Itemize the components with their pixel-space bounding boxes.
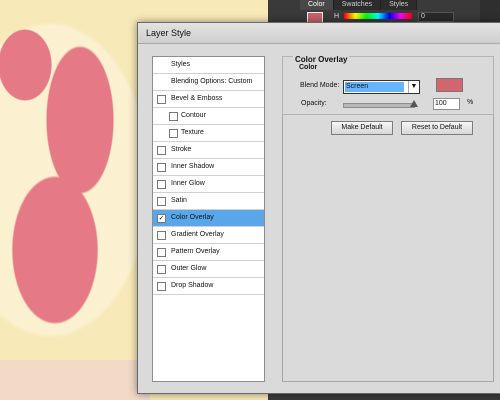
style-label: Gradient Overlay xyxy=(171,231,224,238)
style-label: Texture xyxy=(181,129,204,136)
checkbox[interactable] xyxy=(157,163,166,172)
blending-options-label: Blending Options: Custom xyxy=(171,78,253,85)
checkbox[interactable] xyxy=(157,265,166,274)
style-item-color-overlay[interactable]: ✓ Color Overlay xyxy=(153,210,264,227)
style-item-bevel-emboss[interactable]: Bevel & Emboss xyxy=(153,91,264,108)
tab-styles[interactable]: Styles xyxy=(381,0,418,10)
style-label: Pattern Overlay xyxy=(171,248,220,255)
checkbox[interactable] xyxy=(157,197,166,206)
style-item-gradient-overlay[interactable]: Gradient Overlay xyxy=(153,227,264,244)
section-title: Color Overlay xyxy=(293,55,350,64)
opacity-slider-thumb[interactable] xyxy=(410,100,418,107)
blending-options-item[interactable]: Blending Options: Custom xyxy=(153,74,264,91)
checkbox-checked[interactable]: ✓ xyxy=(157,214,166,223)
checkbox[interactable] xyxy=(157,180,166,189)
styles-list: Styles Blending Options: Custom Bevel & … xyxy=(152,56,265,382)
style-label: Satin xyxy=(171,197,187,204)
layer-style-dialog: Layer Style Styles Blending Options: Cus… xyxy=(137,22,500,394)
hue-label: H xyxy=(334,13,340,20)
style-label: Bevel & Emboss xyxy=(171,95,223,102)
opacity-unit: % xyxy=(467,99,474,106)
style-item-inner-glow[interactable]: Inner Glow xyxy=(153,176,264,193)
styles-header[interactable]: Styles xyxy=(153,57,264,74)
style-label: Stroke xyxy=(171,146,192,153)
checkbox[interactable] xyxy=(157,282,166,291)
checkbox[interactable] xyxy=(157,231,166,240)
overlay-color-swatch[interactable] xyxy=(436,78,463,92)
checkbox[interactable] xyxy=(169,112,178,121)
style-label: Color Overlay xyxy=(171,214,214,221)
style-label: Drop Shadow xyxy=(171,282,214,289)
style-item-inner-shadow[interactable]: Inner Shadow xyxy=(153,159,264,176)
photo-canvas-bottom xyxy=(0,360,150,400)
tab-color[interactable]: Color xyxy=(300,0,334,10)
style-item-contour[interactable]: Contour xyxy=(153,108,264,125)
photo-canvas xyxy=(0,0,150,400)
reset-to-default-button[interactable]: Reset to Default xyxy=(401,121,473,135)
styles-header-label: Styles xyxy=(171,61,191,68)
style-label: Contour xyxy=(181,112,206,119)
make-default-button[interactable]: Make Default xyxy=(331,121,393,135)
opacity-input[interactable]: 100 xyxy=(433,98,460,110)
style-label: Outer Glow xyxy=(171,265,207,272)
blend-mode-dropdown[interactable]: Screen ▼ xyxy=(343,80,420,94)
panel-tabs: Color Swatches Styles xyxy=(300,0,418,10)
chevron-down-icon[interactable]: ▼ xyxy=(408,81,419,93)
hue-value-field[interactable]: 0 xyxy=(418,12,454,22)
subsection-title: Color xyxy=(299,64,318,71)
dialog-title: Layer Style xyxy=(146,28,192,38)
checkbox[interactable] xyxy=(157,248,166,257)
style-label: Inner Glow xyxy=(171,180,205,187)
style-label: Inner Shadow xyxy=(171,163,215,170)
style-item-stroke[interactable]: Stroke xyxy=(153,142,264,159)
style-item-texture[interactable]: Texture xyxy=(153,125,264,142)
blend-mode-value: Screen xyxy=(345,82,404,92)
opacity-label: Opacity: xyxy=(301,100,327,107)
checkbox[interactable] xyxy=(157,146,166,155)
dialog-titlebar[interactable]: Layer Style xyxy=(138,23,500,44)
style-item-satin[interactable]: Satin xyxy=(153,193,264,210)
blend-mode-label: Blend Mode: xyxy=(300,82,340,89)
style-item-pattern-overlay[interactable]: Pattern Overlay xyxy=(153,244,264,261)
color-overlay-section: Color Overlay Color Blend Mode: Screen ▼… xyxy=(282,55,494,115)
style-item-outer-glow[interactable]: Outer Glow xyxy=(153,261,264,278)
style-item-drop-shadow[interactable]: Drop Shadow xyxy=(153,278,264,295)
checkbox[interactable] xyxy=(157,95,166,104)
opacity-slider[interactable] xyxy=(343,100,418,108)
hue-slider[interactable] xyxy=(344,13,412,19)
tab-swatches[interactable]: Swatches xyxy=(333,0,382,10)
checkbox[interactable] xyxy=(169,129,178,138)
